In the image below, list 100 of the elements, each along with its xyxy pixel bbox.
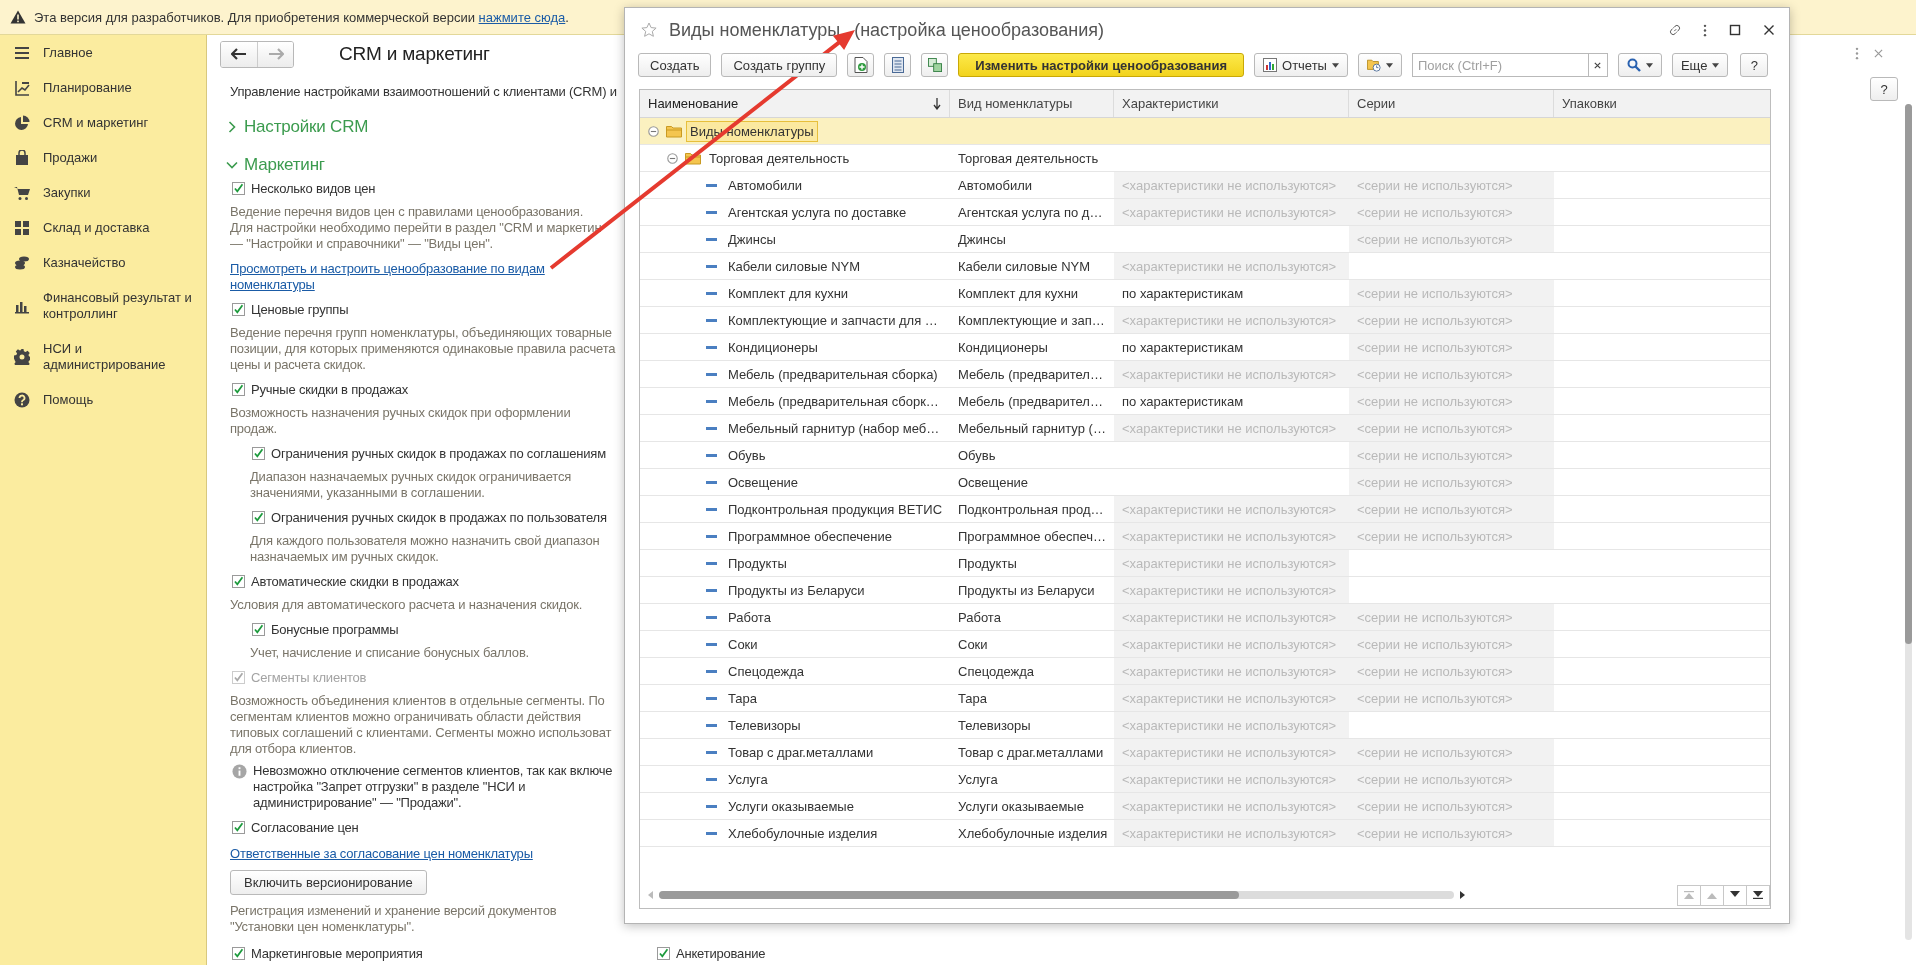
table-row[interactable]: Подконтрольная продукция ВЕТИС Подконтрольная прод… <характеристики не используются> <серии не используются>: [640, 496, 1770, 523]
scrollbar[interactable]: [659, 891, 1454, 899]
section-header[interactable]: Настройки CRM: [226, 116, 369, 138]
star-icon[interactable]: [641, 22, 657, 38]
table-row[interactable]: Услуга Услуга <характеристики не используются> <серии не используются>: [640, 766, 1770, 793]
scrollbar-thumb[interactable]: [1905, 104, 1912, 644]
table-row[interactable]: Джинсы Джинсы <серии не используются>: [640, 226, 1770, 253]
sidebar-item[interactable]: CRM и маркетинг: [0, 105, 206, 140]
menu-icon: [14, 44, 30, 61]
column-header[interactable]: Характеристики: [1122, 96, 1219, 111]
clear-button[interactable]: [1587, 53, 1608, 77]
sidebar-item[interactable]: Главное: [0, 35, 206, 70]
reports-button[interactable]: Отчеты: [1254, 53, 1348, 77]
table-row[interactable]: Услуги оказываемые Услуги оказываемые <характеристики не используются> <серии не используются>: [640, 793, 1770, 820]
checkbox[interactable]: [252, 510, 265, 524]
table-row[interactable]: Кондиционеры Кондиционеры по характеристикам <серии не используются>: [640, 334, 1770, 361]
table-row[interactable]: Продукты Продукты <характеристики не используются>: [640, 550, 1770, 577]
last-row-button[interactable]: [1746, 884, 1770, 906]
table-row[interactable]: Кабели силовые NYM Кабели силовые NYM <характеристики не используются>: [640, 253, 1770, 280]
first-row-button[interactable]: [1677, 884, 1701, 906]
section-header[interactable]: Маркетинг: [226, 154, 325, 176]
page-down-button[interactable]: [1723, 884, 1747, 906]
sidebar-item[interactable]: Казначейство: [0, 245, 206, 280]
name-text: Кондиционеры: [727, 338, 819, 357]
help-button[interactable]: ?: [1740, 53, 1769, 77]
settings-link[interactable]: Ответственные за согласование цен номенклатуры: [230, 846, 533, 862]
table-row[interactable]: Автомобили Автомобили <характеристики не используются> <серии не используются>: [640, 172, 1770, 199]
column-header[interactable]: Серии: [1357, 96, 1396, 111]
table-row[interactable]: Продукты из Беларуси Продукты из Беларуси <характеристики не используются>: [640, 577, 1770, 604]
table-cell: <характеристики не используются>: [1114, 361, 1349, 387]
copy-button[interactable]: [847, 53, 875, 77]
checkbox[interactable]: [232, 946, 245, 960]
sidebar-item[interactable]: Планирование: [0, 70, 206, 105]
scrollbar-thumb[interactable]: [659, 891, 1239, 899]
sort-arrow-icon[interactable]: [933, 97, 941, 110]
scroll-right-icon[interactable]: [1460, 891, 1465, 899]
list-button[interactable]: [884, 53, 912, 77]
sidebar-item[interactable]: Помощь: [0, 382, 206, 417]
table-row[interactable]: Работа Работа <характеристики не используются> <серии не используются>: [640, 604, 1770, 631]
table-row[interactable]: Мебель (предварительная сборка) Мебель (предварител… <характеристики не используются> <серии не используются>: [640, 361, 1770, 388]
hierarchy-button[interactable]: [921, 53, 949, 77]
collapse-icon[interactable]: [667, 152, 678, 164]
versioning-button[interactable]: Включить версионирование: [230, 870, 427, 895]
table-row[interactable]: Комплект для кухни Комплект для кухни по характеристикам <серии не используются>: [640, 280, 1770, 307]
table-row[interactable]: Спецодежда Спецодежда <характеристики не используются> <серии не используются>: [640, 658, 1770, 685]
create-group-button[interactable]: Создать группу: [721, 53, 838, 77]
table-row[interactable]: Мебельный гарнитур (набор меб… Мебельный гарнитур (… <характеристики не используются> <серии не используются>: [640, 415, 1770, 442]
collapse-icon[interactable]: [648, 125, 659, 137]
table-row[interactable]: Товар с драг.металлами Товар с драг.металлами <характеристики не используются> <серии не используются>: [640, 739, 1770, 766]
table-row[interactable]: Тара Тара <характеристики не используются> <серии не используются>: [640, 685, 1770, 712]
checkbox[interactable]: [232, 302, 245, 316]
checkbox[interactable]: [252, 446, 265, 460]
more-icon[interactable]: [1703, 23, 1707, 37]
table-row[interactable]: Мебель (предварительная сборк… Мебель (предварител… по характеристикам <серии не используются>: [640, 388, 1770, 415]
checkbox[interactable]: [232, 820, 245, 834]
table-row[interactable]: Обувь Обувь <серии не используются>: [640, 442, 1770, 469]
table-cell: <характеристики не используются>: [1114, 550, 1349, 576]
table-row[interactable]: Хлебобулочные изделия Хлебобулочные изделия <характеристики не используются> <серии не используются>: [640, 820, 1770, 847]
search-field[interactable]: Поиск (Ctrl+F): [1411, 53, 1588, 77]
table-row[interactable]: Агентская услуга по доставке Агентская услуга по д… <характеристики не используются> <серии не используются>: [640, 199, 1770, 226]
table-cell: <серии не используются>: [1349, 415, 1554, 441]
sidebar-item[interactable]: Финансовый результат и контроллинг: [0, 280, 206, 331]
table-row[interactable]: Соки Соки <характеристики не используются> <серии не используются>: [640, 631, 1770, 658]
maximize-icon[interactable]: [1729, 24, 1741, 36]
table-cell: <серии не используются>: [1349, 442, 1554, 468]
scrollbar[interactable]: [1905, 104, 1912, 940]
cell-text: Автомобили: [958, 177, 1033, 193]
table-row[interactable]: Телевизоры Телевизоры <характеристики не используются>: [640, 712, 1770, 739]
checkbox[interactable]: [232, 382, 245, 396]
help-button[interactable]: ?: [1870, 77, 1898, 101]
close-icon[interactable]: [1763, 24, 1775, 36]
more-button[interactable]: Еще: [1671, 53, 1729, 77]
sidebar-item[interactable]: Продажи: [0, 140, 206, 175]
column-header[interactable]: Вид номенклатуры: [958, 96, 1073, 111]
link-icon[interactable]: [1669, 24, 1681, 36]
change-pricing-button[interactable]: Изменить настройки ценообразования: [958, 53, 1244, 77]
sidebar-item[interactable]: НСИ и администрирование: [0, 331, 206, 382]
create-button[interactable]: Создать: [638, 53, 712, 77]
section-title: Маркетинг: [244, 155, 325, 175]
table-row[interactable]: Виды номенклатуры: [640, 118, 1770, 145]
page-description: Управление настройками взаимоотношений с клиентами (CRM) и: [230, 84, 617, 100]
table-row[interactable]: Комплектующие и запчасти для … Комплектующие и зап… <характеристики не используются> <серии не используются>: [640, 307, 1770, 334]
back-button[interactable]: [221, 41, 257, 67]
table-row[interactable]: Программное обеспечение Программное обеспеч… <характеристики не используются> <серии не используются>: [640, 523, 1770, 550]
attachments-button[interactable]: [1357, 53, 1402, 77]
checkbox[interactable]: [657, 946, 670, 960]
column-header[interactable]: Упаковки: [1562, 96, 1617, 111]
sidebar-item[interactable]: Склад и доставка: [0, 210, 206, 245]
sidebar-item[interactable]: Закупки: [0, 175, 206, 210]
down-icon: [1730, 891, 1740, 899]
scroll-left-icon[interactable]: [648, 891, 653, 899]
settings-link[interactable]: Просмотреть и настроить ценообразование по видам номенклатуры: [230, 261, 545, 293]
column-header[interactable]: Наименование: [648, 96, 739, 111]
table-cell: <характеристики не используются>: [1114, 766, 1349, 792]
table-row[interactable]: Освещение Освещение <серии не используются>: [640, 469, 1770, 496]
checkbox[interactable]: [252, 622, 265, 636]
checkbox[interactable]: [232, 574, 245, 588]
name-text: Программное обеспечение: [727, 527, 893, 546]
checkbox[interactable]: [232, 181, 245, 195]
search-button[interactable]: [1617, 53, 1662, 77]
